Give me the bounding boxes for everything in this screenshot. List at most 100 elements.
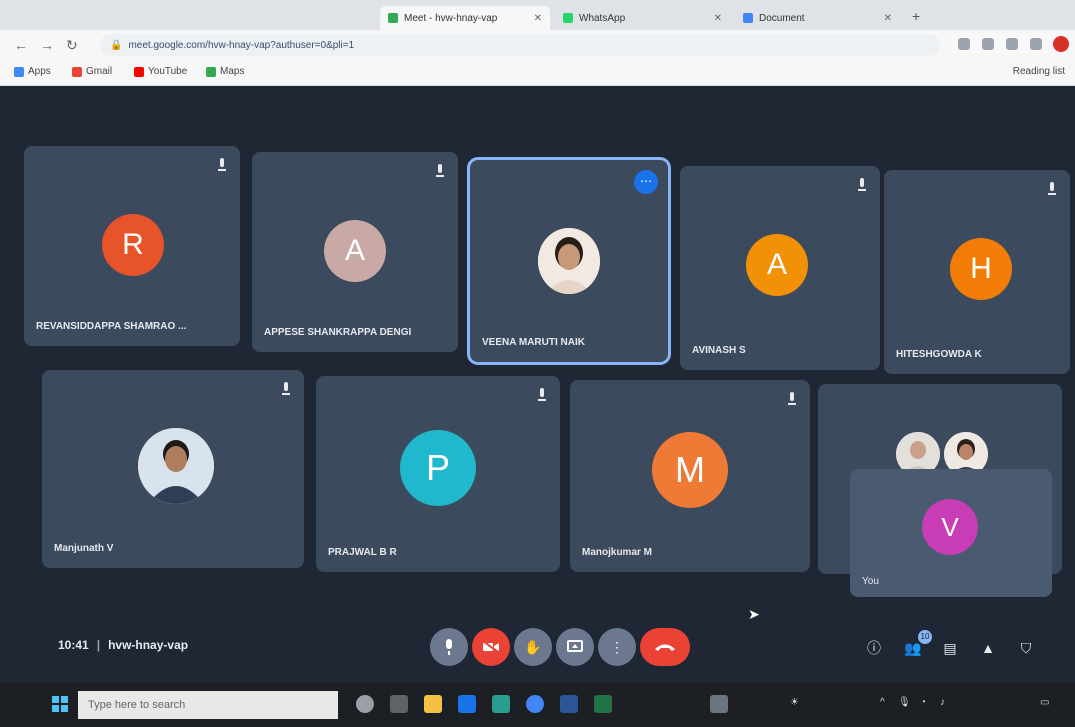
windows-taskbar: Type here to search ☀ ^ 🎙 ◔ ♪ ▭ (0, 683, 1075, 727)
gmail-icon (72, 66, 82, 77)
profile-avatar[interactable] (1053, 36, 1069, 52)
mic-off-icon (436, 164, 444, 177)
close-tab-icon[interactable]: ✕ (528, 13, 542, 24)
participant-tile-pinned[interactable]: ⋯ VEENA MARUTI NAIK (470, 160, 668, 362)
extension-icon[interactable] (1006, 38, 1018, 50)
extension-icon[interactable] (1030, 38, 1042, 50)
forward-icon[interactable]: → (40, 37, 54, 53)
mic-button[interactable] (430, 628, 468, 666)
participant-tile[interactable]: H HITESHGOWDA K (884, 170, 1070, 374)
task-view-icon[interactable] (390, 695, 408, 713)
browser-toolbar: ← → ↻ 🔒 meet.google.com/hvw-hnay-vap?aut… (0, 30, 1075, 60)
participant-name: REVANSIDDAPPA SHAMRAO ... (36, 321, 187, 332)
activities-icon[interactable]: ▲ (980, 640, 996, 656)
mic-off-icon (282, 382, 290, 395)
tray-mic-icon: 🎙 (898, 697, 911, 708)
participant-avatar: H (950, 238, 1012, 300)
participant-tile[interactable]: A AVINASH S (680, 166, 880, 370)
reading-list[interactable]: Reading list (1013, 66, 1065, 77)
more-options-icon[interactable]: ⋯ (634, 170, 658, 194)
participant-tile[interactable]: P PRAJWAL B R (316, 376, 560, 572)
participant-avatar: R (102, 214, 164, 276)
extension-icon[interactable] (958, 38, 970, 50)
meeting-code: hvw-hnay-vap (108, 638, 189, 652)
self-view-tile[interactable]: V You (850, 469, 1052, 597)
participant-name: VEENA MARUTI NAIK (482, 337, 585, 348)
tray-chevron-icon[interactable]: ^ (880, 697, 885, 708)
meeting-details-icon[interactable]: ⓘ (866, 640, 882, 656)
mic-off-icon (218, 158, 226, 171)
participant-photo (138, 428, 214, 504)
close-tab-icon[interactable]: ✕ (878, 13, 892, 24)
participant-name: Manjunath V (54, 543, 114, 554)
mic-off-icon (538, 388, 546, 401)
windows-start-icon[interactable] (52, 696, 68, 712)
raise-hand-icon: ✋ (524, 638, 542, 655)
participant-avatar: P (400, 430, 476, 506)
document-favicon-icon (743, 13, 753, 23)
maps-icon (206, 66, 216, 77)
meet-bottom-bar: 10:41 | hvw-hnay-vap ✋ ⋮ ⓘ 👥 10 ▤ ▲ ⛉ (0, 610, 1075, 683)
apps-grid-icon (14, 66, 24, 77)
participant-photo (538, 228, 600, 294)
host-controls-icon[interactable]: ⛉ (1018, 640, 1034, 656)
app-icon[interactable] (710, 695, 728, 713)
mic-icon (446, 639, 452, 655)
present-button[interactable] (556, 628, 594, 666)
people-icon[interactable]: 👥 (904, 640, 921, 656)
chrome-icon[interactable] (526, 695, 544, 713)
participant-name: PRAJWAL B R (328, 547, 397, 558)
participant-tile[interactable]: A APPESE SHANKRAPPA DENGI (252, 152, 458, 352)
address-bar[interactable]: 🔒 meet.google.com/hvw-hnay-vap?authuser=… (100, 34, 940, 56)
participants-count-badge: 10 (918, 630, 932, 644)
reload-icon[interactable]: ↻ (66, 37, 78, 54)
whatsapp-favicon-icon (563, 13, 573, 23)
tab-document[interactable]: Document ✕ (735, 6, 900, 30)
address-url: meet.google.com/hvw-hnay-vap?authuser=0&… (128, 39, 355, 51)
bookmark-gmail[interactable]: Gmail (72, 66, 112, 77)
participant-name: Manojkumar M (582, 547, 653, 558)
camera-off-icon (483, 641, 499, 653)
meet-favicon-icon (388, 13, 398, 23)
edge-icon[interactable] (458, 695, 476, 713)
new-tab-icon[interactable]: + (912, 8, 920, 24)
meet-call-area: R REVANSIDDAPPA SHAMRAO ... A APPESE SHA… (0, 86, 1075, 683)
end-call-icon (655, 644, 675, 651)
end-call-button[interactable] (640, 628, 690, 666)
self-avatar: V (922, 499, 978, 555)
participant-tile[interactable]: M Manojkumar M (570, 380, 810, 572)
cortana-icon[interactable] (356, 695, 374, 713)
mic-off-icon (1048, 182, 1056, 195)
tab-whatsapp[interactable]: WhatsApp ✕ (555, 6, 730, 30)
network-icon[interactable]: ◔ (920, 697, 926, 708)
bookmark-youtube[interactable]: YouTube (134, 66, 187, 77)
tab-label: Meet - hvw-hnay-vap (404, 12, 498, 24)
chat-icon[interactable]: ▤ (942, 640, 958, 656)
volume-icon[interactable]: ♪ (940, 697, 945, 708)
taskbar-search-input[interactable]: Type here to search (78, 691, 338, 719)
bookmark-apps[interactable]: Apps (14, 66, 51, 77)
meeting-info: 10:41 | hvw-hnay-vap (58, 638, 189, 652)
tab-meet[interactable]: Meet - hvw-hnay-vap ✕ (380, 6, 550, 30)
close-tab-icon[interactable]: ✕ (708, 13, 722, 24)
tab-label: Document (759, 12, 805, 24)
youtube-icon (134, 66, 144, 77)
camera-button[interactable] (472, 628, 510, 666)
mic-off-icon (788, 392, 796, 405)
file-explorer-icon[interactable] (424, 695, 442, 713)
bookmarks-bar: Apps Gmail YouTube Maps Reading list (0, 60, 1075, 86)
participant-tile[interactable]: Manjunath V (42, 370, 304, 568)
store-icon[interactable] (492, 695, 510, 713)
word-icon[interactable] (560, 695, 578, 713)
participant-name: HITESHGOWDA K (896, 349, 982, 360)
notifications-icon[interactable]: ▭ (1040, 697, 1049, 708)
back-icon[interactable]: ← (14, 37, 28, 53)
participant-tile[interactable]: R REVANSIDDAPPA SHAMRAO ... (24, 146, 240, 346)
extension-icon[interactable] (982, 38, 994, 50)
participant-name: APPESE SHANKRAPPA DENGI (264, 327, 412, 338)
excel-icon[interactable] (594, 695, 612, 713)
bookmark-maps[interactable]: Maps (206, 66, 244, 77)
weather-icon: ☀ (790, 697, 799, 708)
raise-hand-button[interactable]: ✋ (514, 628, 552, 666)
more-options-button[interactable]: ⋮ (598, 628, 636, 666)
